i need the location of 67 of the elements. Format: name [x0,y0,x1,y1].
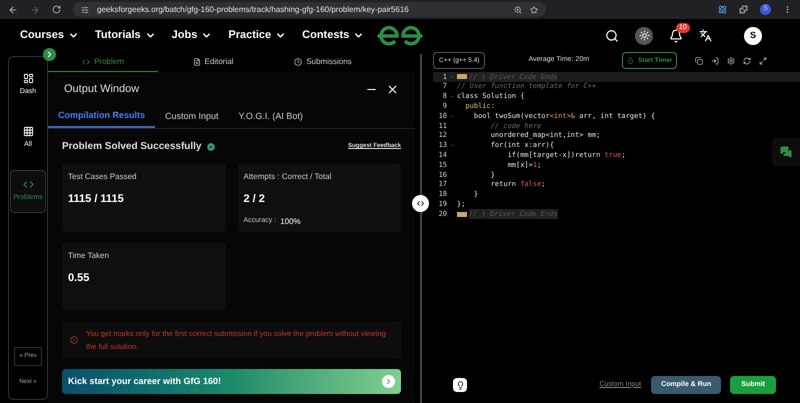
problem-tab[interactable]: Submissions [268,52,378,72]
logo-icon[interactable] [375,26,425,46]
panel-title: Output Window [64,82,140,97]
stat-label: Test Cases Passed [68,171,138,183]
fullscreen-icon[interactable] [759,56,768,64]
folded-code-icon[interactable] [457,212,467,217]
nav-menu[interactable]: Contests [302,27,364,44]
close-icon[interactable] [386,82,399,96]
theme-toggle[interactable] [635,26,653,44]
tab-icon [82,58,90,66]
resize-icon [416,199,425,208]
zoom-icon[interactable] [514,6,522,14]
output-tab[interactable]: Compilation Results [48,106,156,128]
nav-menu[interactable]: Practice [228,27,286,44]
hint-button[interactable] [453,378,467,392]
reset-icon[interactable] [743,56,752,64]
copy-icon[interactable] [695,56,704,64]
resize-handle[interactable] [412,195,429,212]
stat-value: 1115 / 1115 [68,192,125,207]
chevron-icon [384,377,393,386]
nav-menu[interactable]: Jobs [172,27,212,44]
stat-label: Attempts : Correct / Total [244,171,332,183]
extensions-icon[interactable] [739,5,748,14]
folded-code-icon[interactable] [457,74,467,80]
stat-value: 100% [280,216,301,228]
output-tab[interactable]: Y.O.G.I. (AI Bot) [228,106,313,128]
nav-menu[interactable]: Tutorials [95,27,156,44]
bookmark-icon[interactable] [530,6,538,14]
extension-icon[interactable] [718,5,727,14]
lightbulb-icon [456,380,464,390]
sun-icon [638,30,650,41]
address-bar[interactable]: geeksforgeeks.org/batch/gfg-160-problems/track/hashing-gfg-160/problem/key-pair5616 [73,2,546,17]
site-settings-icon[interactable] [81,6,89,14]
search-icon[interactable] [605,28,619,42]
tab-icon [192,58,201,66]
user-avatar[interactable]: S [744,26,762,44]
stat-label: Time Taken [68,250,110,262]
fold-icon[interactable] [450,142,454,148]
reload-icon[interactable] [52,5,61,14]
output-tab[interactable]: Custom Input [155,106,229,128]
success-icon [206,142,216,152]
promo-banner[interactable]: Kick start your career with GfG 160! [62,369,401,394]
timer-icon [627,57,634,64]
fold-icon[interactable] [450,94,454,99]
nav-menu[interactable]: Courses [20,27,80,44]
collapse-toggle[interactable] [43,48,56,61]
chat-icon [780,146,792,158]
translate-icon[interactable] [699,29,712,42]
chat-button[interactable] [772,138,800,166]
stat-value: 2 / 2 [244,192,266,207]
settings-icon[interactable] [727,56,736,64]
fold-icon[interactable] [450,114,454,119]
status-heading: Problem Solved Successfully [62,140,202,154]
bell-icon[interactable] [669,28,683,42]
fold-icon[interactable] [450,74,454,80]
problem-tab[interactable]: Editorial [158,52,268,72]
forward-icon[interactable] [30,4,40,14]
chevron-icon [45,50,54,59]
stat-value: 0.55 [68,271,90,286]
alert-icon [70,336,78,344]
tab-icon [294,58,302,66]
back-icon[interactable] [8,4,18,14]
import-icon[interactable] [711,56,720,64]
url-text: geeksforgeeks.org/batch/gfg-160-problems/track/hashing-gfg-160/problem/key-pair5616 [97,4,410,16]
rail-icon [22,179,34,190]
rail-icon [22,73,34,84]
rail-icon [22,126,34,136]
